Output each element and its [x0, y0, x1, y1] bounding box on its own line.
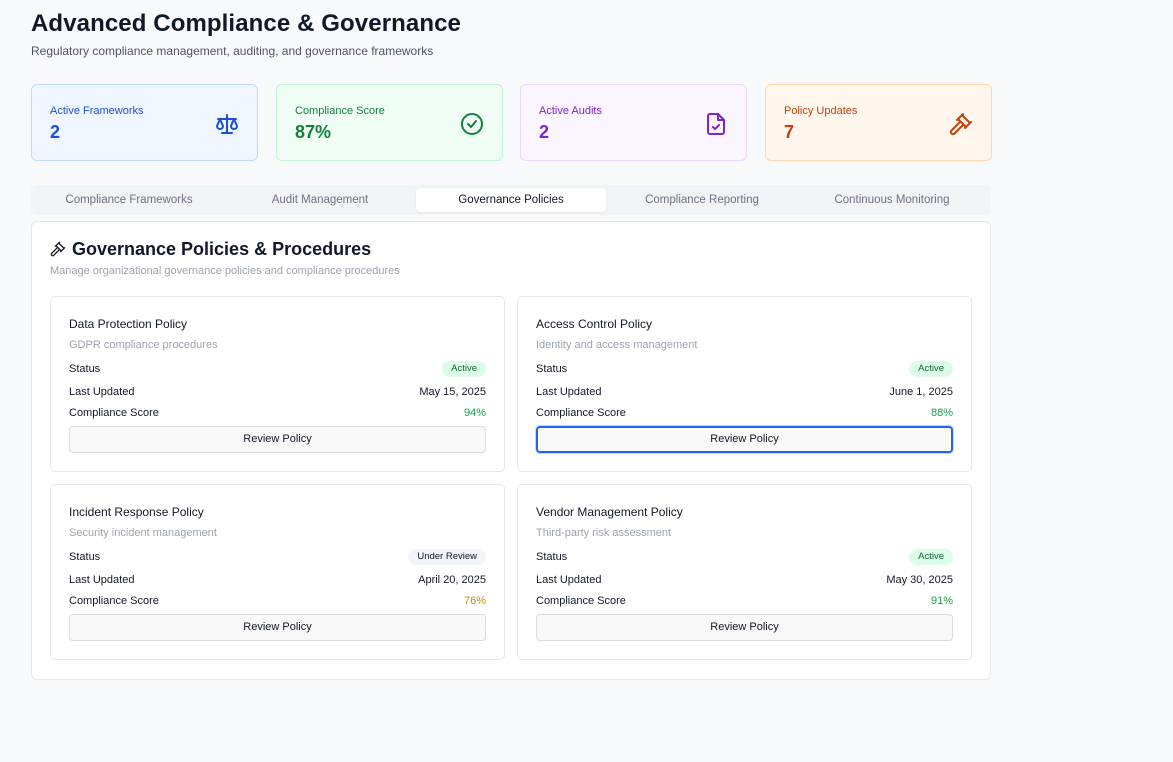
status-badge: Under Review — [408, 549, 486, 565]
file-check-icon — [704, 112, 728, 136]
compliance-score-label: Compliance Score — [69, 595, 159, 607]
last-updated-label: Last Updated — [536, 574, 602, 586]
policy-description: Security incident management — [69, 527, 217, 539]
compliance-score-value: 88% — [930, 407, 953, 419]
policy-title: Data Protection Policy — [69, 317, 188, 331]
status-badge: Active — [909, 549, 953, 565]
policy-title: Vendor Management Policy — [536, 505, 683, 519]
last-updated-label: Last Updated — [69, 574, 135, 586]
tab-list: Compliance Frameworks Audit Management G… — [31, 185, 991, 215]
status-label: Status — [69, 551, 101, 563]
compliance-score-label: Compliance Score — [536, 407, 626, 419]
last-updated-value: June 1, 2025 — [889, 386, 953, 398]
scale-icon — [215, 112, 239, 136]
last-updated-value: May 15, 2025 — [419, 386, 486, 398]
status-label: Status — [536, 363, 568, 375]
policy-card: Access Control Policy Identity and acces… — [517, 296, 972, 472]
policy-card: Vendor Management Policy Third-party ris… — [517, 484, 972, 660]
status-label: Status — [536, 551, 568, 563]
panel-subtitle: Manage organizational governance policie… — [50, 265, 400, 277]
stat-card-compliance-score: Compliance Score 87% — [276, 84, 503, 161]
stat-label: Active Frameworks — [50, 105, 144, 117]
gavel-icon — [949, 112, 973, 136]
policy-description: Identity and access management — [536, 339, 698, 351]
tab-continuous-monitoring[interactable]: Continuous Monitoring — [797, 188, 987, 212]
compliance-score-label: Compliance Score — [536, 595, 626, 607]
last-updated-value: May 30, 2025 — [886, 574, 953, 586]
stat-value: 2 — [50, 122, 61, 142]
stat-label: Policy Updates — [784, 105, 858, 117]
policy-description: Third-party risk assessment — [536, 527, 672, 539]
stats-row: Active Frameworks 2 Compliance Score 87%… — [31, 84, 992, 161]
tab-governance-policies[interactable]: Governance Policies — [416, 188, 606, 212]
page-subtitle: Regulatory compliance management, auditi… — [31, 44, 434, 58]
review-policy-button[interactable]: Review Policy — [69, 614, 486, 641]
review-policy-button[interactable]: Review Policy — [536, 614, 953, 641]
policy-title: Incident Response Policy — [69, 505, 204, 519]
panel-title: Governance Policies & Procedures — [72, 239, 372, 259]
policy-title: Access Control Policy — [536, 317, 653, 331]
stat-value: 87% — [295, 122, 332, 142]
governance-panel: Governance Policies & Procedures Manage … — [31, 221, 991, 680]
status-badge: Active — [909, 361, 953, 377]
compliance-score-value: 91% — [930, 595, 953, 607]
tab-audit-management[interactable]: Audit Management — [225, 188, 415, 212]
policy-card: Data Protection Policy GDPR compliance p… — [50, 296, 505, 472]
check-circle-icon — [460, 112, 484, 136]
status-badge: Active — [442, 361, 486, 377]
stat-card-policy-updates: Policy Updates 7 — [765, 84, 992, 161]
stat-card-audits: Active Audits 2 — [520, 84, 747, 161]
last-updated-label: Last Updated — [536, 386, 602, 398]
stat-label: Compliance Score — [295, 105, 385, 117]
stat-value: 2 — [539, 122, 550, 142]
last-updated-label: Last Updated — [69, 386, 135, 398]
tab-compliance-frameworks[interactable]: Compliance Frameworks — [34, 188, 224, 212]
page-title: Advanced Compliance & Governance — [31, 10, 461, 37]
compliance-score-value: 76% — [463, 595, 486, 607]
status-label: Status — [69, 363, 101, 375]
review-policy-button[interactable]: Review Policy — [69, 426, 486, 453]
stat-value: 7 — [784, 122, 795, 142]
gavel-icon — [50, 241, 66, 257]
stat-card-frameworks: Active Frameworks 2 — [31, 84, 258, 161]
compliance-score-label: Compliance Score — [69, 407, 159, 419]
last-updated-value: April 20, 2025 — [418, 574, 486, 586]
tab-compliance-reporting[interactable]: Compliance Reporting — [607, 188, 797, 212]
review-policy-button[interactable]: Review Policy — [536, 426, 953, 453]
compliance-score-value: 94% — [463, 407, 486, 419]
stat-label: Active Audits — [539, 105, 602, 117]
policy-description: GDPR compliance procedures — [69, 339, 218, 351]
policy-card: Incident Response Policy Security incide… — [50, 484, 505, 660]
